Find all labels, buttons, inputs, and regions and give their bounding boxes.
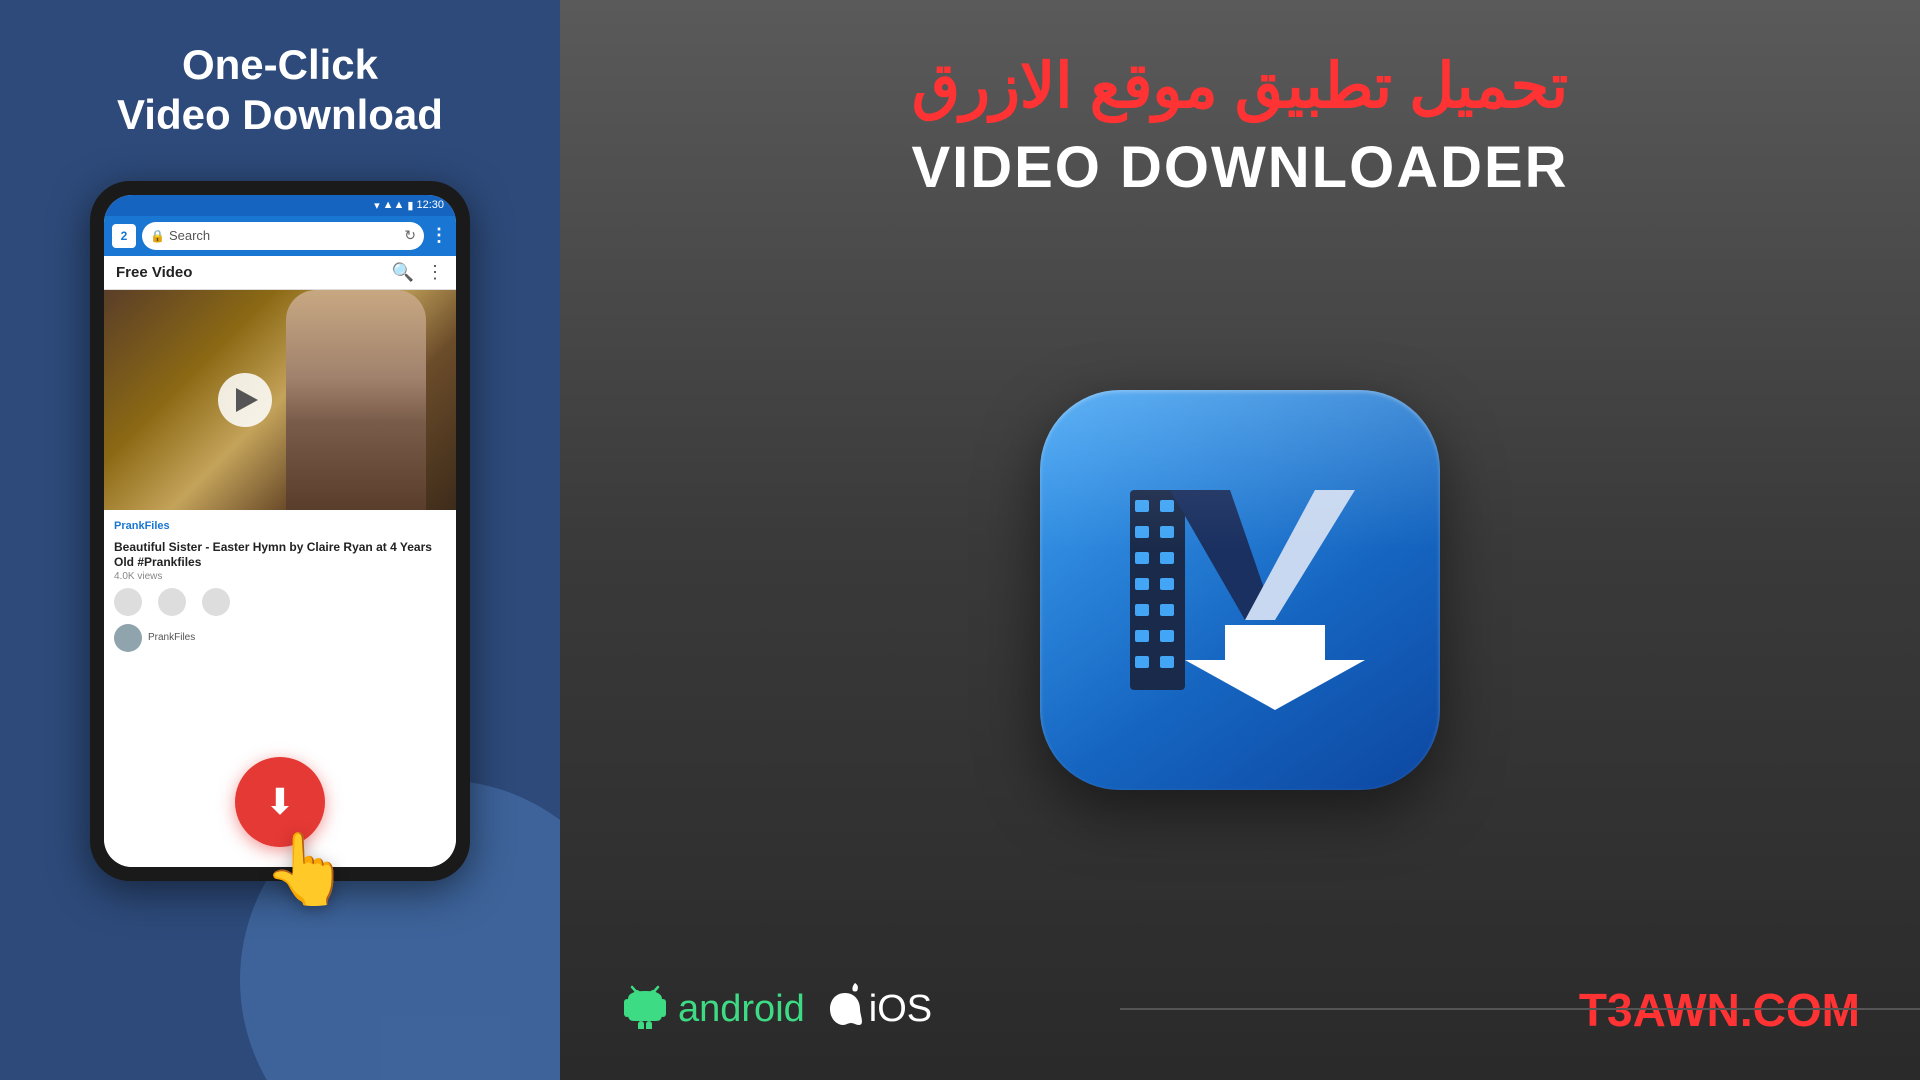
search-icon[interactable]: 🔍 bbox=[392, 262, 414, 283]
woman-figure bbox=[276, 290, 426, 510]
time-display: 12:30 bbox=[416, 199, 444, 211]
app-icon[interactable] bbox=[1040, 390, 1440, 790]
comment-action[interactable] bbox=[202, 588, 230, 616]
view-count: 4.0K views bbox=[114, 571, 446, 582]
android-badge[interactable]: android bbox=[620, 979, 805, 1040]
video-bg bbox=[104, 290, 456, 510]
video-thumbnail bbox=[104, 290, 456, 510]
page-title: Free Video bbox=[116, 264, 192, 281]
signal-icon: ▲▲ bbox=[383, 199, 405, 211]
hand-pointer: 👆 bbox=[263, 829, 350, 911]
english-subtitle: VIDEO DOWNLOADER bbox=[620, 134, 1860, 201]
tagline-line1: One-Click bbox=[182, 41, 378, 88]
apple-svg bbox=[825, 981, 865, 1027]
right-panel: تحميل تطبيق موقع الازرق VIDEO DOWNLOADER bbox=[560, 0, 1920, 1080]
browser-more-icon[interactable]: ⋮ bbox=[430, 225, 448, 246]
like-icon bbox=[114, 588, 142, 616]
browser-bar: 2 🔒 Search ↻ ⋮ bbox=[104, 216, 456, 256]
search-text: Search bbox=[169, 228, 400, 243]
apple-logo-icon bbox=[825, 981, 865, 1038]
separator-line bbox=[1120, 1008, 1920, 1010]
search-bar[interactable]: 🔒 Search ↻ bbox=[142, 222, 424, 250]
channel-name: PrankFiles bbox=[114, 520, 170, 532]
refresh-icon[interactable]: ↻ bbox=[404, 227, 416, 244]
wifi-icon: ▾ bbox=[374, 199, 380, 212]
ios-badge[interactable]: iOS bbox=[815, 981, 932, 1038]
feed-header: PrankFiles bbox=[114, 520, 446, 532]
ios-label: iOS bbox=[869, 988, 932, 1031]
user-row: PrankFiles bbox=[114, 624, 446, 652]
android-svg bbox=[620, 979, 670, 1029]
tagline-line2: Video Download bbox=[117, 91, 443, 138]
share-action[interactable] bbox=[158, 588, 186, 616]
left-panel: One-Click Video Download ▾ ▲▲ ▮ 12:30 2 bbox=[0, 0, 560, 1080]
status-icons: ▾ ▲▲ ▮ 12:30 bbox=[374, 199, 444, 212]
battery-icon: ▮ bbox=[407, 199, 413, 212]
android-label: android bbox=[678, 988, 805, 1031]
body bbox=[286, 290, 426, 510]
download-arrow-icon: ⬇ bbox=[265, 784, 295, 820]
phone-outer-frame: ▾ ▲▲ ▮ 12:30 2 🔒 Search ↻ ⋮ bbox=[90, 181, 470, 881]
app-icon-svg bbox=[1100, 450, 1380, 730]
arabic-title: تحميل تطبيق موقع الازرق bbox=[620, 50, 1860, 124]
feed-area: PrankFiles Beautiful Sister - Easter Hym… bbox=[104, 510, 456, 867]
user-avatar bbox=[114, 624, 142, 652]
android-logo-icon bbox=[620, 979, 670, 1040]
browser-toolbar: Free Video 🔍 ⋮ bbox=[104, 256, 456, 290]
username: PrankFiles bbox=[148, 632, 195, 643]
platform-badges: android iOS bbox=[620, 979, 932, 1040]
status-bar: ▾ ▲▲ ▮ 12:30 bbox=[104, 195, 456, 216]
toolbar-icons: 🔍 ⋮ bbox=[392, 262, 444, 283]
app-tagline: One-Click Video Download bbox=[117, 40, 443, 141]
more-icon[interactable]: ⋮ bbox=[426, 262, 444, 283]
phone-mockup: ▾ ▲▲ ▮ 12:30 2 🔒 Search ↻ ⋮ bbox=[90, 181, 470, 881]
comment-icon bbox=[202, 588, 230, 616]
tab-count[interactable]: 2 bbox=[112, 224, 136, 248]
play-button[interactable] bbox=[218, 373, 272, 427]
like-action[interactable] bbox=[114, 588, 142, 616]
share-icon bbox=[158, 588, 186, 616]
phone-screen: ▾ ▲▲ ▮ 12:30 2 🔒 Search ↻ ⋮ bbox=[104, 195, 456, 867]
app-icon-section bbox=[1040, 201, 1440, 979]
play-icon bbox=[236, 388, 258, 412]
lock-icon: 🔒 bbox=[150, 229, 165, 243]
right-header: تحميل تطبيق موقع الازرق VIDEO DOWNLOADER bbox=[620, 50, 1860, 201]
feed-actions bbox=[114, 588, 446, 616]
song-title: Beautiful Sister - Easter Hymn by Claire… bbox=[114, 540, 446, 571]
